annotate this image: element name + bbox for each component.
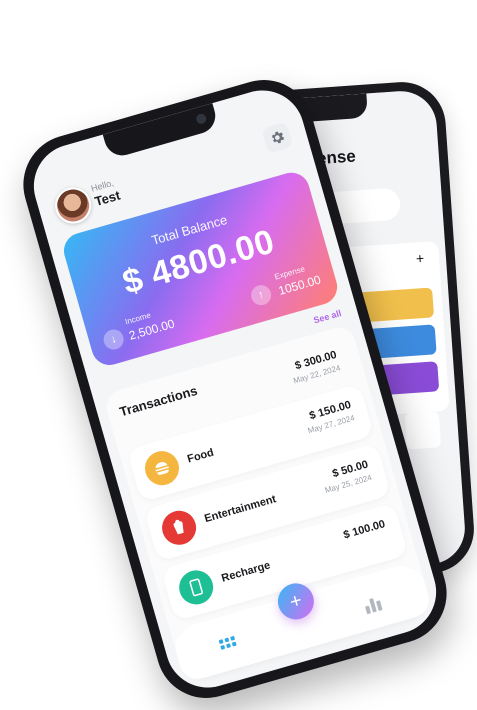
camera-icon xyxy=(195,112,208,126)
transaction-date: May 25, 2024 xyxy=(323,472,373,495)
transaction-name: Entertainment xyxy=(203,493,278,526)
gear-icon xyxy=(271,131,285,144)
back-panel-strip xyxy=(404,411,442,450)
expense-arrow-up-icon: ↑ xyxy=(248,282,274,308)
avatar[interactable] xyxy=(50,183,96,228)
income-arrow-down-icon: ↓ xyxy=(101,327,127,352)
phone-icon xyxy=(175,566,218,609)
see-all-link[interactable]: See all xyxy=(312,308,342,325)
transaction-name: Food xyxy=(186,446,216,466)
transaction-name: Recharge xyxy=(220,559,272,585)
burger-icon xyxy=(140,447,184,490)
settings-gear-icon[interactable] xyxy=(261,121,294,154)
add-category-button[interactable]: + xyxy=(415,250,424,267)
popcorn-icon xyxy=(158,506,201,549)
stats-bar-chart-icon[interactable] xyxy=(363,594,383,615)
transaction-amount: $ 100.00 xyxy=(342,518,387,542)
home-grid-icon[interactable] xyxy=(218,635,239,656)
